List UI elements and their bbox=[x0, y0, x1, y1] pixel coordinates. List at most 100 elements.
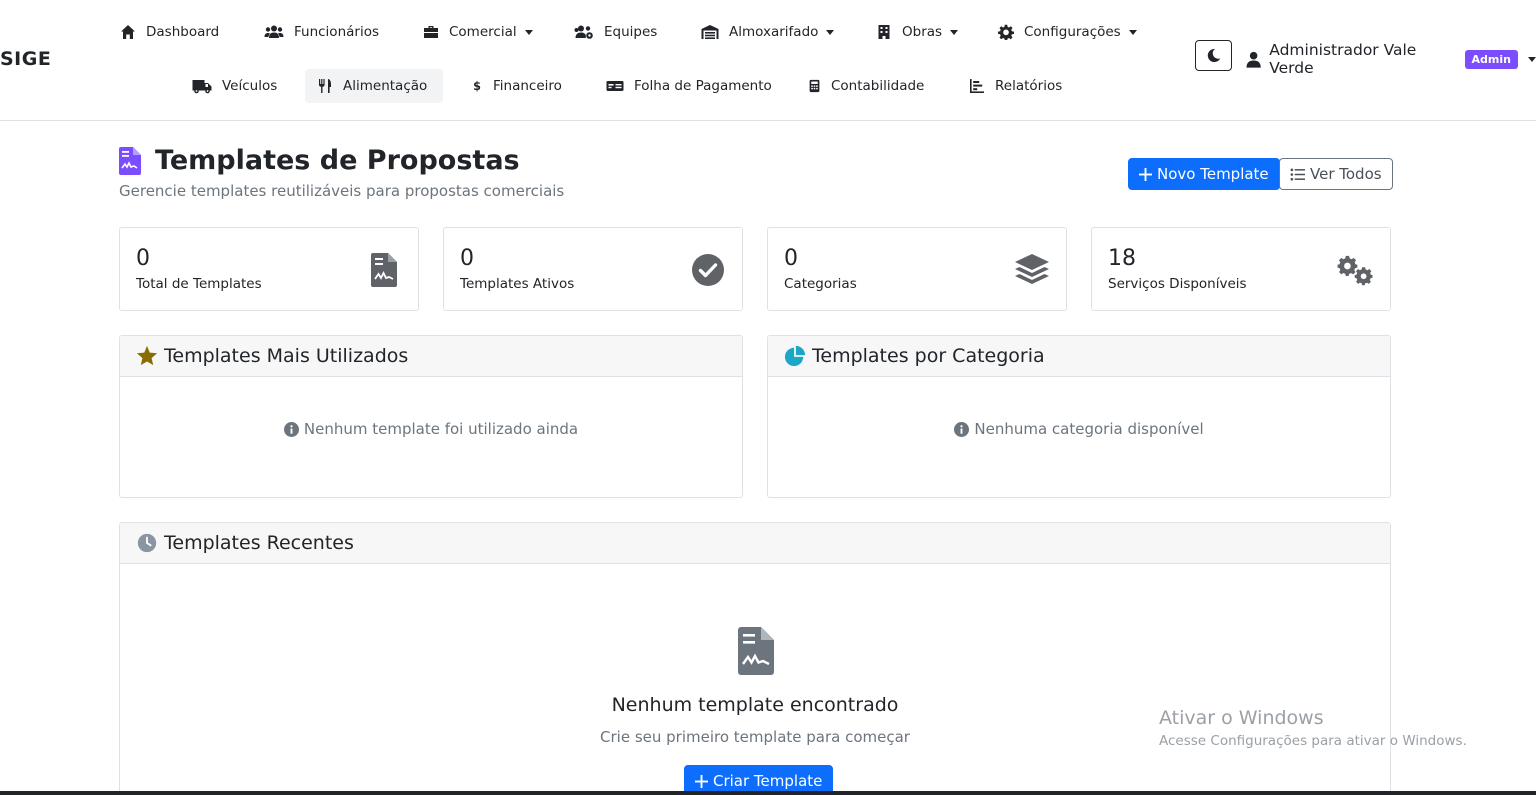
nav-configuracoes-label: Configurações bbox=[1024, 24, 1121, 40]
file-contract-icon bbox=[738, 627, 774, 675]
role-badge: Admin bbox=[1464, 49, 1518, 69]
info-circle-icon bbox=[954, 421, 970, 437]
view-all-label: Ver Todos bbox=[1310, 165, 1382, 183]
calculator-icon bbox=[809, 79, 820, 93]
file-contract-icon bbox=[119, 147, 141, 175]
stat-card-total-templates: 0 Total de Templates bbox=[119, 227, 419, 311]
stat-label: Templates Ativos bbox=[460, 276, 575, 292]
nav-funcionarios-label: Funcionários bbox=[294, 24, 379, 40]
plus-icon bbox=[695, 774, 708, 788]
nav-veiculos-label: Veículos bbox=[222, 78, 278, 94]
nav-financeiro[interactable]: $ Financeiro bbox=[459, 69, 574, 103]
chevron-down-icon bbox=[1128, 29, 1137, 35]
plus-icon bbox=[1139, 167, 1152, 181]
user-menu[interactable]: Administrador Vale Verde Admin bbox=[1246, 41, 1536, 77]
nav-obras[interactable]: Obras bbox=[864, 15, 970, 49]
stat-value: 0 bbox=[460, 246, 474, 271]
layers-icon bbox=[1012, 250, 1052, 290]
stat-value: 0 bbox=[784, 246, 798, 271]
nav-equipes[interactable]: Equipes bbox=[562, 15, 669, 49]
dollar-icon: $ bbox=[473, 80, 481, 93]
stat-label: Serviços Disponíveis bbox=[1108, 276, 1247, 292]
nav-alimentacao[interactable]: Alimentação bbox=[305, 69, 443, 103]
nav-dashboard-label: Dashboard bbox=[146, 24, 220, 40]
panel-title: Templates por Categoria bbox=[812, 345, 1045, 367]
windows-activation-title: Ativar o Windows bbox=[1159, 707, 1324, 729]
stat-label: Categorias bbox=[784, 276, 857, 292]
info-circle-icon bbox=[283, 421, 299, 437]
users-icon bbox=[264, 25, 284, 38]
nav-contabilidade-label: Contabilidade bbox=[831, 78, 925, 94]
money-check-icon bbox=[606, 81, 624, 91]
empty-message: Nenhuma categoria disponível bbox=[768, 420, 1390, 438]
user-name: Administrador Vale Verde bbox=[1269, 41, 1417, 77]
window-bottom-edge bbox=[0, 791, 1536, 795]
new-template-label: Novo Template bbox=[1157, 165, 1269, 183]
svg-text:$: $ bbox=[473, 80, 481, 93]
nav-funcionarios[interactable]: Funcionários bbox=[252, 15, 391, 49]
top-navbar: SIGE Dashboard Funcionários Comercial Eq… bbox=[0, 0, 1536, 121]
stat-card-categories: 0 Categorias bbox=[767, 227, 1067, 311]
stat-value: 0 bbox=[136, 246, 150, 271]
stat-value: 18 bbox=[1108, 246, 1136, 271]
nav-alimentacao-label: Alimentação bbox=[343, 78, 428, 94]
nav-comercial-label: Comercial bbox=[449, 24, 517, 40]
gears-icon bbox=[1336, 250, 1376, 290]
chevron-down-icon bbox=[1528, 56, 1536, 62]
nav-relatorios[interactable]: Relatórios bbox=[957, 69, 1074, 103]
nav-almoxarifado[interactable]: Almoxarifado bbox=[689, 15, 846, 49]
stat-card-active-templates: 0 Templates Ativos bbox=[443, 227, 743, 311]
nav-equipes-label: Equipes bbox=[604, 24, 658, 40]
clock-icon bbox=[137, 533, 157, 553]
panel-header: Templates Recentes bbox=[120, 523, 1390, 564]
theme-toggle-button[interactable] bbox=[1195, 40, 1232, 71]
stat-label: Total de Templates bbox=[136, 276, 262, 292]
chevron-down-icon bbox=[826, 29, 835, 35]
nav-dashboard[interactable]: Dashboard bbox=[108, 15, 231, 49]
utensils-icon bbox=[319, 79, 331, 93]
page-title: Templates de Propostas bbox=[155, 145, 520, 176]
truck-icon bbox=[192, 80, 212, 94]
panel-title: Templates Mais Utilizados bbox=[164, 345, 409, 367]
users-cog-icon bbox=[574, 25, 593, 39]
panel-most-used: Templates Mais Utilizados Nenhum templat… bbox=[119, 335, 743, 498]
nav-comercial[interactable]: Comercial bbox=[411, 15, 545, 49]
nav-financeiro-label: Financeiro bbox=[493, 78, 562, 94]
pie-chart-icon bbox=[784, 345, 806, 367]
nav-folha-label: Folha de Pagamento bbox=[634, 78, 772, 94]
windows-activation-subtitle: Acesse Configurações para ativar o Windo… bbox=[1159, 733, 1467, 749]
page-subtitle: Gerencie templates reutilizáveis para pr… bbox=[119, 182, 565, 200]
chart-bar-icon bbox=[970, 79, 984, 93]
building-icon bbox=[878, 25, 890, 39]
view-all-button[interactable]: Ver Todos bbox=[1279, 158, 1393, 190]
nav-folha-pagamento[interactable]: Folha de Pagamento bbox=[594, 69, 784, 103]
chevron-down-icon bbox=[524, 29, 533, 35]
briefcase-icon bbox=[424, 26, 438, 38]
empty-message: Nenhum template foi utilizado ainda bbox=[120, 420, 742, 438]
panel-header: Templates Mais Utilizados bbox=[120, 336, 742, 377]
list-icon bbox=[1290, 168, 1305, 180]
page: SIGE Dashboard Funcionários Comercial Eq… bbox=[0, 0, 1536, 795]
nav-veiculos[interactable]: Veículos bbox=[180, 69, 289, 103]
stat-card-services: 18 Serviços Disponíveis bbox=[1091, 227, 1391, 311]
file-contract-icon bbox=[364, 250, 404, 290]
panel-header: Templates por Categoria bbox=[768, 336, 1390, 377]
star-icon bbox=[136, 345, 158, 366]
new-template-button[interactable]: Novo Template bbox=[1128, 158, 1280, 190]
nav-configuracoes[interactable]: Configurações bbox=[986, 15, 1149, 49]
nav-almoxarifado-label: Almoxarifado bbox=[729, 24, 819, 40]
check-circle-icon bbox=[688, 250, 728, 290]
nav-relatorios-label: Relatórios bbox=[995, 78, 1063, 94]
nav-obras-label: Obras bbox=[902, 24, 943, 40]
create-template-label: Criar Template bbox=[713, 772, 823, 790]
user-icon bbox=[1246, 51, 1261, 68]
home-icon bbox=[121, 25, 135, 39]
brand-logo[interactable]: SIGE bbox=[0, 48, 51, 70]
panel-recent-templates: Templates Recentes Nenhum template encon… bbox=[119, 522, 1391, 795]
panel-by-category: Templates por Categoria Nenhuma categori… bbox=[767, 335, 1391, 498]
moon-icon bbox=[1207, 48, 1221, 63]
gear-icon bbox=[998, 24, 1014, 40]
empty-message-text: Nenhuma categoria disponível bbox=[974, 420, 1204, 438]
empty-message-text: Nenhum template foi utilizado ainda bbox=[303, 420, 579, 438]
nav-contabilidade[interactable]: Contabilidade bbox=[796, 69, 936, 103]
